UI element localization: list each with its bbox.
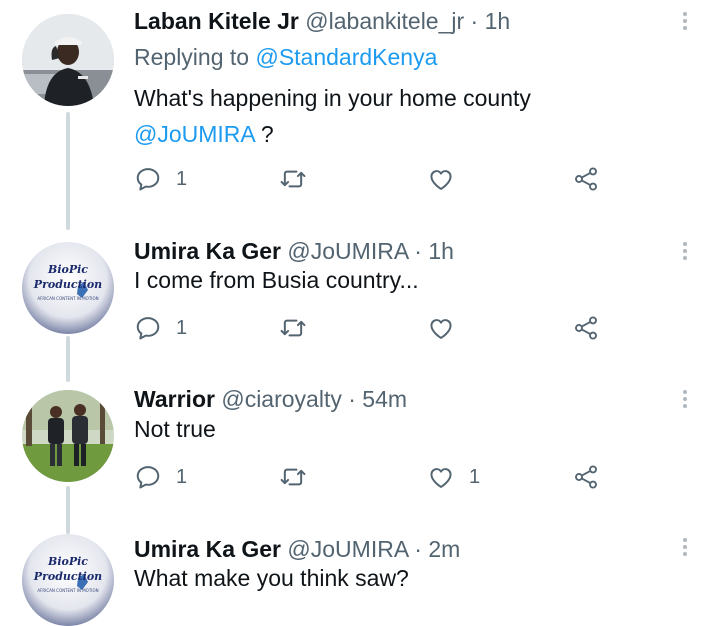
like-button[interactable]: 1: [427, 460, 480, 494]
tweet-text: What's happening in your home county @Jo…: [134, 80, 531, 152]
like-icon: [427, 165, 455, 193]
tweet-header: Laban Kitele Jr @labankitele_jr · 1h: [134, 6, 510, 36]
retweet-button[interactable]: [279, 162, 307, 196]
share-icon: [572, 314, 600, 342]
more-icon[interactable]: [676, 532, 694, 562]
reply-count: 1: [176, 167, 188, 190]
timestamp[interactable]: 54m: [362, 386, 407, 412]
more-icon[interactable]: [676, 6, 694, 36]
display-name[interactable]: Warrior: [134, 386, 215, 412]
replying-to-label: Replying to: [134, 44, 250, 70]
avatar-subtitle: Production: [33, 570, 102, 583]
display-name[interactable]: Laban Kitele Jr: [134, 8, 299, 34]
more-icon[interactable]: [676, 236, 694, 266]
tweet-text-suffix: ?: [254, 121, 274, 147]
tweet-text: What make you think saw?: [134, 565, 409, 591]
avatar[interactable]: [22, 14, 114, 106]
like-icon: [427, 314, 455, 342]
avatar[interactable]: BioPic Production AFRICAN CONTENT IN MOT…: [22, 242, 114, 334]
avatar-subtitle: Production: [33, 278, 102, 291]
avatar[interactable]: [22, 390, 114, 482]
replying-to: Replying to @StandardKenya: [134, 40, 437, 74]
tweet[interactable]: BioPic Production AFRICAN CONTENT IN MOT…: [0, 528, 720, 626]
replying-to-handle[interactable]: @StandardKenya: [255, 44, 437, 70]
user-handle[interactable]: @JoUMIRA: [287, 536, 407, 562]
tweet[interactable]: BioPic Production AFRICAN CONTENT IN MOT…: [0, 230, 720, 380]
tweet[interactable]: Warrior @ciaroyalty · 54m Not true 1 1: [0, 378, 720, 528]
retweet-icon: [279, 463, 307, 491]
conversation-thread: Laban Kitele Jr @labankitele_jr · 1h Rep…: [0, 0, 720, 626]
reply-button[interactable]: 1: [134, 460, 187, 494]
user-handle[interactable]: @ciaroyalty: [221, 386, 342, 412]
tweet-actions: 1 1: [134, 460, 614, 494]
tweet-actions: 1: [134, 162, 614, 196]
like-count: 1: [469, 465, 481, 488]
separator: ·: [341, 386, 363, 412]
share-icon: [572, 463, 600, 491]
avatar-image: [22, 390, 114, 482]
share-icon: [572, 165, 600, 193]
avatar-title: BioPic: [47, 555, 88, 568]
avatar-title: BioPic: [47, 263, 88, 276]
timestamp[interactable]: 2m: [428, 536, 460, 562]
share-button[interactable]: [572, 460, 600, 494]
display-name[interactable]: Umira Ka Ger: [134, 238, 281, 264]
timestamp[interactable]: 1h: [428, 238, 454, 264]
tweet-text-line: What's happening in your home county: [134, 85, 531, 111]
avatar-tagline: AFRICAN CONTENT IN MOTION: [37, 588, 98, 593]
tweet[interactable]: Laban Kitele Jr @labankitele_jr · 1h Rep…: [0, 0, 720, 230]
retweet-icon: [279, 314, 307, 342]
tweet-actions: 1: [134, 311, 614, 345]
avatar-tagline: AFRICAN CONTENT IN MOTION: [37, 296, 98, 301]
tweet-text-line: @JoUMIRA ?: [134, 116, 531, 152]
reply-icon: [134, 314, 162, 342]
mention-link[interactable]: @JoUMIRA: [134, 121, 254, 147]
more-icon[interactable]: [676, 384, 694, 414]
retweet-button[interactable]: [279, 460, 307, 494]
like-button[interactable]: [427, 311, 455, 345]
display-name[interactable]: Umira Ka Ger: [134, 536, 281, 562]
tweet-text: Not true: [134, 416, 216, 442]
avatar[interactable]: BioPic Production AFRICAN CONTENT IN MOT…: [22, 534, 114, 626]
timestamp[interactable]: 1h: [485, 8, 511, 34]
reply-button[interactable]: 1: [134, 162, 187, 196]
tweet-header: Warrior @ciaroyalty · 54m: [134, 384, 407, 414]
reply-button[interactable]: 1: [134, 311, 187, 345]
reply-count: 1: [176, 465, 188, 488]
user-handle[interactable]: @labankitele_jr: [305, 8, 464, 34]
avatar-image: BioPic Production AFRICAN CONTENT IN MOT…: [22, 534, 114, 626]
like-button[interactable]: [427, 162, 455, 196]
user-handle[interactable]: @JoUMIRA: [287, 238, 407, 264]
separator: ·: [407, 238, 429, 264]
retweet-icon: [279, 165, 307, 193]
reply-count: 1: [176, 316, 188, 339]
separator: ·: [464, 8, 485, 34]
avatar-image: BioPic Production AFRICAN CONTENT IN MOT…: [22, 242, 114, 334]
avatar-image: [22, 14, 114, 106]
separator: ·: [407, 536, 429, 562]
share-button[interactable]: [572, 162, 600, 196]
like-icon: [427, 463, 455, 491]
tweet-text: I come from Busia country...: [134, 267, 419, 293]
reply-icon: [134, 463, 162, 491]
share-button[interactable]: [572, 311, 600, 345]
retweet-button[interactable]: [279, 311, 307, 345]
reply-icon: [134, 165, 162, 193]
